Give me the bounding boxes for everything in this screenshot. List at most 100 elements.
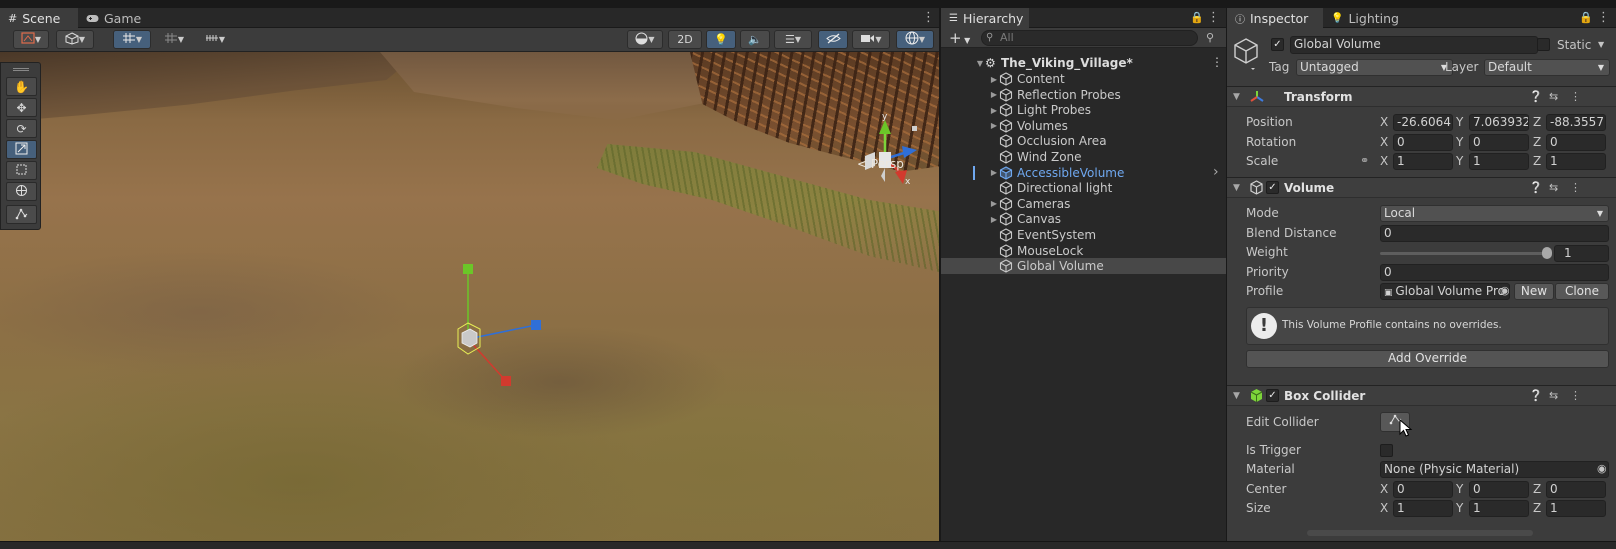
new-profile-button[interactable]: New — [1514, 283, 1554, 300]
chevron-right-icon[interactable]: ▶ — [989, 121, 999, 130]
transform-tool-button[interactable] — [6, 182, 37, 201]
projection-label[interactable]: < Persp — [857, 157, 904, 171]
draw-mode-dropdown[interactable]: ▼ — [13, 30, 49, 49]
hierarchy-item[interactable]: ▶ Volumes — [941, 118, 1226, 134]
hierarchy-item[interactable]: MouseLock — [941, 243, 1226, 259]
hierarchy-item[interactable]: ▶ Light Probes — [941, 102, 1226, 118]
tag-dropdown[interactable]: Untagged ▼ — [1296, 59, 1453, 76]
drag-handle-icon[interactable] — [13, 68, 29, 71]
inspector-menu-icon[interactable]: ⋮ — [1597, 11, 1610, 25]
weight-slider-track[interactable] — [1380, 252, 1550, 255]
move-tool-button[interactable]: ✥ — [6, 98, 37, 117]
tab-game[interactable]: Game — [78, 8, 148, 28]
link-icon[interactable]: ⚭ — [1360, 154, 1369, 167]
component-menu-icon[interactable]: ⋮ — [1570, 90, 1581, 103]
z-value-field[interactable]: -88.3557 — [1546, 114, 1606, 131]
box-collider-header[interactable]: ▼ ✓ Box Collider ❔ ⇆ ⋮ — [1227, 385, 1616, 406]
y-value-field[interactable]: 7.063932 — [1469, 114, 1529, 131]
camera-dropdown[interactable]: ▼ — [852, 30, 890, 49]
x-value-field[interactable]: 1 — [1393, 500, 1453, 517]
gameobject-icon[interactable] — [1233, 37, 1261, 74]
active-checkbox[interactable]: ✓ — [1271, 38, 1284, 51]
hierarchy-item[interactable]: Global Volume — [941, 258, 1226, 275]
hierarchy-menu-icon[interactable]: ⋮ — [1207, 11, 1220, 25]
object-name-field[interactable]: Global Volume — [1290, 36, 1538, 54]
help-icon[interactable]: ❔ — [1529, 389, 1543, 402]
weight-slider-thumb[interactable] — [1542, 247, 1552, 259]
scene-menu-icon[interactable]: ⋮ — [922, 11, 935, 25]
component-menu-icon[interactable]: ⋮ — [1570, 181, 1581, 194]
help-icon[interactable]: ❔ — [1529, 90, 1543, 103]
is-trigger-checkbox[interactable] — [1380, 444, 1393, 457]
lock-icon[interactable]: 🔒 — [1579, 11, 1593, 24]
hierarchy-item[interactable]: Directional light — [941, 180, 1226, 196]
x-value-field[interactable]: 0 — [1393, 134, 1453, 151]
z-value-field[interactable]: 1 — [1546, 153, 1606, 170]
ruler-snap-toggle[interactable]: ▼ — [197, 30, 233, 49]
gizmos-dropdown[interactable]: ▼ — [896, 30, 934, 49]
hierarchy-item[interactable]: ▶ Content — [941, 71, 1226, 87]
object-picker-icon[interactable]: ◉ — [1597, 462, 1607, 475]
scene-root-row[interactable]: ▼ ⚙ The_Viking_Village* ⋮ — [941, 55, 1226, 71]
z-value-field[interactable]: 0 — [1546, 481, 1606, 498]
rect-tool-button[interactable] — [6, 161, 37, 180]
blend-distance-field[interactable]: 0 — [1380, 225, 1609, 242]
hierarchy-item[interactable]: Occlusion Area — [941, 133, 1226, 149]
clone-profile-button[interactable]: Clone — [1555, 283, 1609, 300]
grid-snap-toggle[interactable]: ▼ — [113, 30, 151, 49]
z-value-field[interactable]: 1 — [1546, 500, 1606, 517]
collider-enabled-checkbox[interactable]: ✓ — [1266, 389, 1279, 402]
z-value-field[interactable]: 0 — [1546, 134, 1606, 151]
add-button[interactable]: + ▼ — [949, 29, 970, 47]
hierarchy-search-input[interactable]: ⚲ All — [981, 30, 1198, 46]
object-picker-icon[interactable]: ◉ — [1500, 284, 1510, 297]
profile-field[interactable]: ▣ Global Volume Pro — [1380, 283, 1510, 300]
chevron-right-icon[interactable]: ▶ — [989, 75, 999, 84]
transform-header[interactable]: ▼ Transform ❔ ⇆ ⋮ — [1227, 86, 1616, 107]
custom-tool-button[interactable] — [6, 205, 37, 224]
mode-dropdown[interactable]: Local ▼ — [1380, 205, 1609, 222]
scene-visibility-toggle[interactable] — [818, 30, 848, 49]
chevron-right-icon[interactable]: ▶ — [989, 106, 999, 115]
y-value-field[interactable]: 1 — [1469, 153, 1529, 170]
volume-header[interactable]: ▼ ✓ Volume ❔ ⇆ ⋮ — [1227, 177, 1616, 198]
tab-inspector[interactable]: ⓘ Inspector — [1227, 8, 1323, 28]
hierarchy-item[interactable]: ▶ Cameras — [941, 196, 1226, 212]
hierarchy-item[interactable]: ▶ Canvas — [941, 211, 1226, 227]
preset-icon[interactable]: ⇆ — [1549, 181, 1558, 194]
material-field[interactable]: None (Physic Material) — [1380, 461, 1609, 478]
priority-field[interactable]: 0 — [1380, 264, 1609, 281]
y-value-field[interactable]: 1 — [1469, 500, 1529, 517]
x-value-field[interactable]: -26.6064 — [1393, 114, 1453, 131]
hand-tool-button[interactable]: ✋ — [6, 77, 37, 96]
hierarchy-item[interactable]: Wind Zone — [941, 149, 1226, 165]
hierarchy-item[interactable]: ▶ AccessibleVolume › — [941, 164, 1226, 181]
mode-2d-button[interactable]: 2D — [668, 30, 702, 49]
y-value-field[interactable]: 0 — [1469, 481, 1529, 498]
hierarchy-item[interactable]: ▶ Reflection Probes — [941, 87, 1226, 103]
layer-dropdown[interactable]: Default ▼ — [1484, 59, 1610, 76]
chevron-right-icon[interactable]: ▶ — [989, 90, 999, 99]
chevron-right-icon[interactable]: ▶ — [989, 215, 999, 224]
scene-viewport[interactable]: y x < Persp — [0, 52, 939, 541]
chevron-right-icon[interactable]: › — [1213, 164, 1219, 180]
add-override-button[interactable]: Add Override — [1246, 350, 1609, 368]
y-value-field[interactable]: 0 — [1469, 134, 1529, 151]
render-mode-dropdown[interactable]: ▼ — [56, 30, 94, 49]
rotate-tool-button[interactable]: ⟳ — [6, 119, 37, 138]
x-value-field[interactable]: 1 — [1393, 153, 1453, 170]
static-checkbox[interactable] — [1537, 38, 1550, 51]
scene-menu-icon[interactable]: ⋮ — [1211, 55, 1223, 69]
tab-lighting[interactable]: 💡 Lighting — [1323, 8, 1403, 28]
scale-tool-button[interactable] — [6, 140, 37, 159]
component-menu-icon[interactable]: ⋮ — [1570, 389, 1581, 402]
chevron-right-icon[interactable]: ▶ — [989, 199, 999, 208]
scene-search-icon[interactable]: ⚲ — [1206, 31, 1214, 44]
scrollbar[interactable] — [1307, 530, 1533, 536]
preset-icon[interactable]: ⇆ — [1549, 389, 1558, 402]
chevron-down-icon[interactable]: ▼ — [1598, 40, 1604, 49]
scale-gizmo[interactable] — [430, 257, 550, 397]
preset-icon[interactable]: ⇆ — [1549, 90, 1558, 103]
audio-toggle[interactable]: 🔈 — [740, 30, 770, 49]
x-value-field[interactable]: 0 — [1393, 481, 1453, 498]
